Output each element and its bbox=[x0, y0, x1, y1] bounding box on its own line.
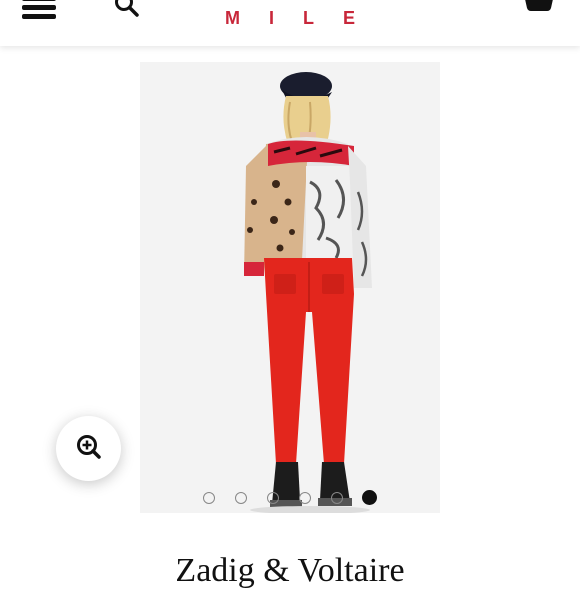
zoom-button[interactable] bbox=[56, 416, 121, 481]
product-photo bbox=[140, 62, 440, 513]
brand-letter: L bbox=[303, 8, 314, 28]
shopping-bag-icon[interactable] bbox=[521, 0, 557, 14]
menu-bar bbox=[22, 0, 56, 1]
brand-logo[interactable]: M I L E bbox=[0, 8, 580, 29]
brand-letter: E bbox=[343, 8, 356, 28]
gallery-dot[interactable] bbox=[235, 492, 247, 504]
gallery-dot[interactable] bbox=[267, 492, 279, 504]
product-brand-title: Zadig & Voltaire bbox=[175, 552, 405, 589]
gallery-pagination bbox=[140, 490, 440, 510]
product-image-gallery[interactable] bbox=[140, 62, 440, 513]
brand-letter: I bbox=[268, 8, 274, 28]
gallery-dot[interactable] bbox=[299, 492, 311, 504]
gallery-dot-active[interactable] bbox=[362, 490, 377, 505]
zoom-in-icon bbox=[77, 435, 101, 459]
app-header: M I L E bbox=[0, 0, 580, 46]
brand-letter: M bbox=[224, 8, 240, 28]
gallery-dot[interactable] bbox=[203, 492, 215, 504]
gallery-dot[interactable] bbox=[331, 492, 343, 504]
